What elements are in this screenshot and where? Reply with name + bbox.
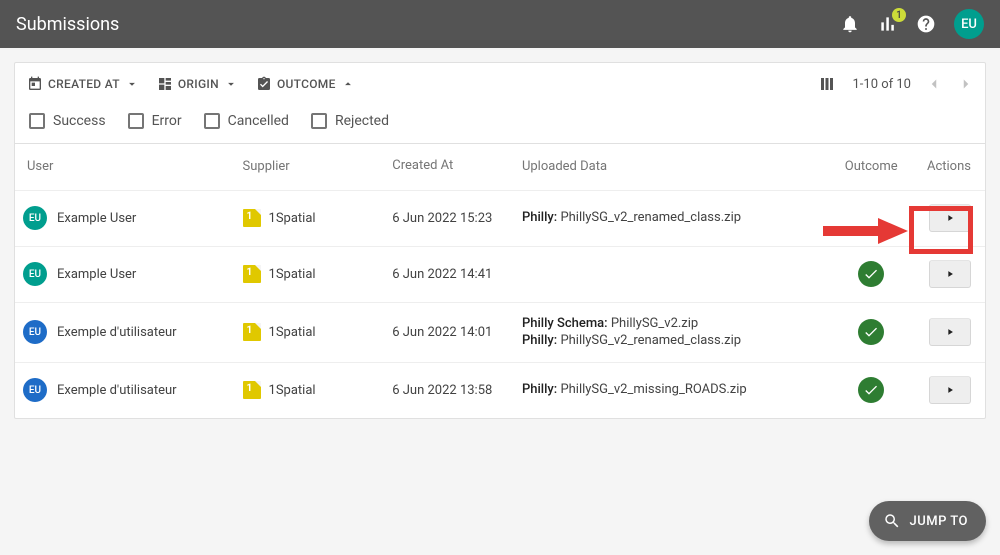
row-action-button[interactable] [929, 318, 971, 346]
row-user: Exemple d'utilisateur [57, 325, 177, 340]
row-avatar: EU [23, 206, 47, 230]
checkbox-error[interactable]: Error [128, 113, 182, 129]
row-supplier: 1Spatial [269, 267, 316, 282]
row-outcome [831, 261, 911, 287]
jump-to-label: JUMP TO [909, 514, 968, 529]
row-user: Example User [57, 211, 136, 226]
row-created: 6 Jun 2022 15:23 [392, 211, 522, 226]
checkbox-icon [29, 113, 45, 129]
checkbox-success[interactable]: Success [29, 113, 106, 129]
user-avatar[interactable]: EU [954, 9, 984, 39]
success-icon [858, 261, 884, 287]
outcome-subfilters: Success Error Cancelled Rejected [15, 105, 985, 144]
checkbox-label: Success [53, 113, 106, 129]
bell-icon[interactable] [840, 14, 860, 34]
checkbox-icon [311, 113, 327, 129]
col-user: User [23, 158, 243, 176]
success-icon [858, 319, 884, 345]
table-header: User Supplier Created At Uploaded Data O… [15, 144, 985, 190]
pager-label: 1-10 of 10 [852, 77, 911, 92]
supplier-icon [243, 381, 261, 399]
row-supplier: 1Spatial [269, 325, 316, 340]
supplier-icon [243, 209, 261, 227]
row-action-button[interactable] [929, 376, 971, 404]
row-avatar: EU [23, 378, 47, 402]
chevron-down-icon [224, 77, 238, 91]
chevron-up-icon [341, 77, 355, 91]
filter-origin-label: ORIGIN [178, 77, 219, 91]
row-outcome [831, 319, 911, 345]
checkbox-icon [204, 113, 220, 129]
row-user: Example User [57, 267, 136, 282]
col-data: Uploaded Data [522, 158, 831, 176]
search-icon [883, 512, 901, 530]
checkbox-label: Error [152, 113, 182, 129]
col-outcome: Outcome [831, 158, 911, 176]
table-row: EU Example User 1Spatial 6 Jun 2022 14:41 [15, 246, 985, 302]
filter-created-at[interactable]: CREATED AT [25, 72, 141, 96]
submissions-card: CREATED AT ORIGIN OUTCOME 1-10 of 10 Suc… [14, 62, 986, 419]
columns-toggle[interactable] [816, 71, 838, 97]
pager: 1-10 of 10 [852, 75, 975, 93]
filter-bar: CREATED AT ORIGIN OUTCOME 1-10 of 10 [15, 63, 985, 105]
success-icon [858, 377, 884, 403]
col-supplier: Supplier [243, 158, 393, 176]
row-supplier: 1Spatial [269, 211, 316, 226]
row-uploads: Philly: PhillySG_v2_renamed_class.zip [522, 209, 831, 227]
row-uploads: Philly Schema: PhillySG_v2.zipPhilly: Ph… [522, 315, 831, 350]
table-body: EUExample User1Spatial6 Jun 2022 15:23Ph… [15, 190, 985, 418]
checkbox-icon [128, 113, 144, 129]
jump-to-button[interactable]: JUMP TO [869, 501, 986, 541]
col-actions: Actions [911, 158, 971, 176]
filter-created-at-label: CREATED AT [48, 77, 120, 91]
checkbox-cancelled[interactable]: Cancelled [204, 113, 289, 129]
row-action-button[interactable] [929, 204, 971, 232]
table-row: EU Exemple d'utilisateur 1Spatial 6 Jun 202… [15, 362, 985, 418]
help-icon[interactable] [916, 14, 936, 34]
table-row: EU Exemple d'utilisateur 1Spatial 6 Jun 202… [15, 302, 985, 362]
row-uploads: Philly: PhillySG_v2_missing_ROADS.zip [522, 381, 831, 399]
filter-origin[interactable]: ORIGIN [155, 72, 240, 96]
supplier-icon [243, 323, 261, 341]
supplier-icon [243, 265, 261, 283]
row-avatar: EU [23, 262, 47, 286]
pager-next[interactable] [957, 75, 975, 93]
row-created: 6 Jun 2022 14:41 [392, 267, 522, 282]
filter-outcome-label: OUTCOME [277, 77, 336, 91]
appbar-actions: 1 EU [840, 9, 984, 39]
row-outcome [831, 377, 911, 403]
col-created: Created At [392, 158, 522, 176]
chart-badge: 1 [892, 8, 906, 22]
row-created: 6 Jun 2022 14:01 [392, 325, 522, 340]
checkbox-label: Cancelled [228, 113, 289, 129]
table-row: EU Example User 1Spatial 6 Jun 2022 15:23Ph… [15, 190, 985, 246]
row-avatar: EU [23, 320, 47, 344]
filter-outcome[interactable]: OUTCOME [254, 72, 357, 96]
row-action-button[interactable] [929, 260, 971, 288]
row-supplier: 1Spatial [269, 383, 316, 398]
checkbox-rejected[interactable]: Rejected [311, 113, 389, 129]
pager-prev[interactable] [925, 75, 943, 93]
chevron-down-icon [125, 77, 139, 91]
page-title: Submissions [16, 14, 840, 35]
row-created: 6 Jun 2022 13:58 [392, 383, 522, 398]
app-bar: Submissions 1 EU [0, 0, 1000, 48]
chart-icon[interactable]: 1 [878, 14, 898, 34]
checkbox-label: Rejected [335, 113, 389, 129]
row-user: Exemple d'utilisateur [57, 383, 177, 398]
